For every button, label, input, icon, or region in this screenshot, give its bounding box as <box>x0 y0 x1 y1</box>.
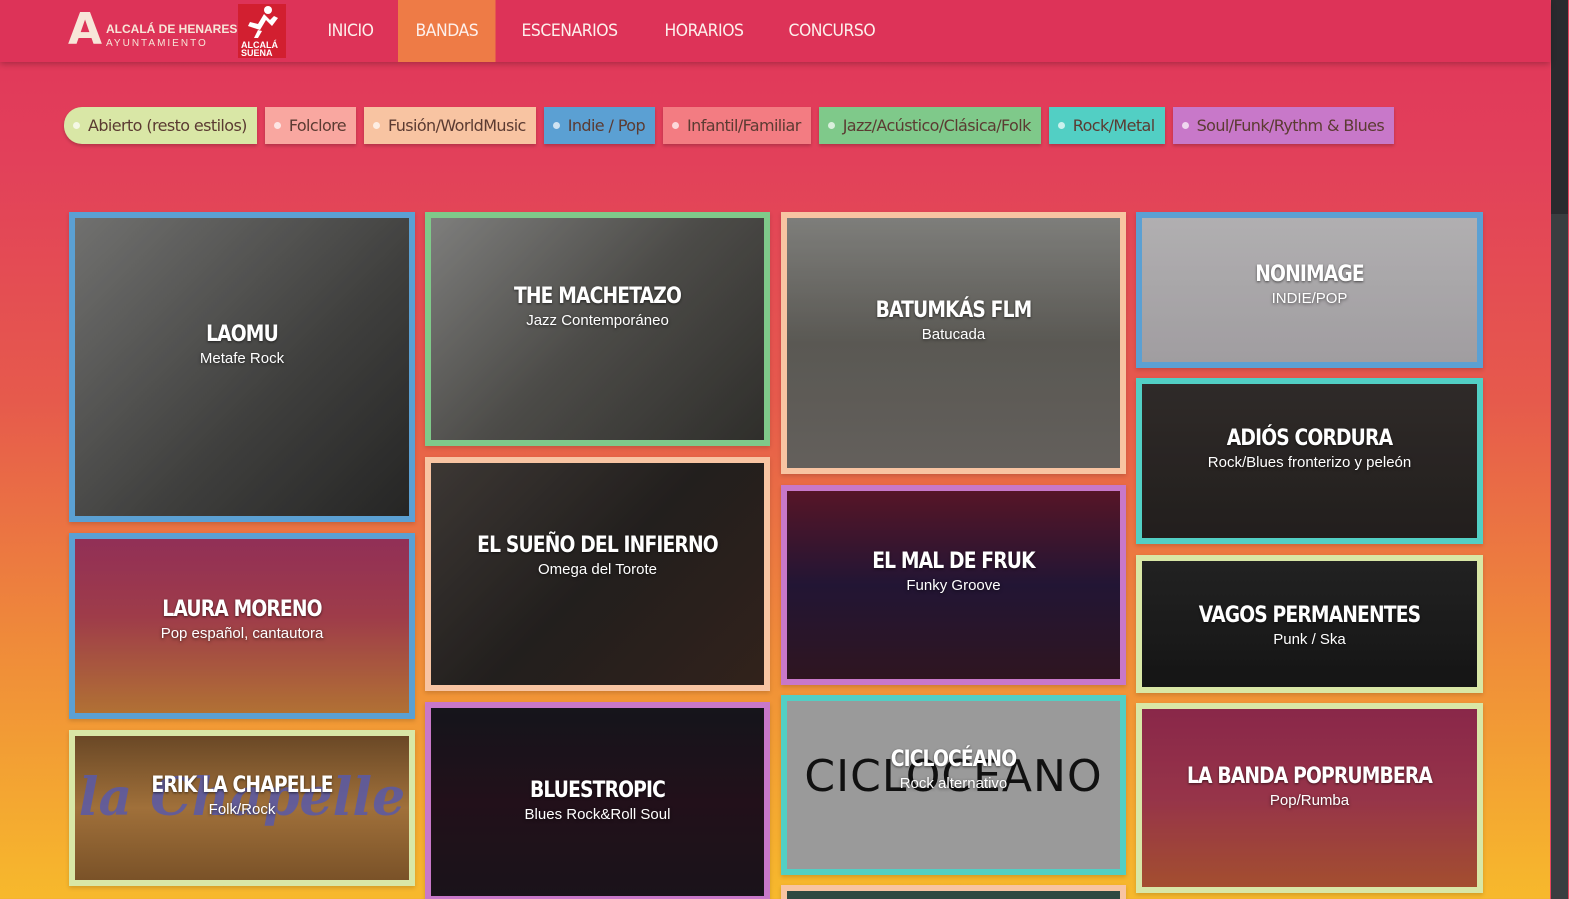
nav-bandas[interactable]: BANDAS <box>398 0 496 62</box>
band-genre: Funky Groove <box>906 577 1001 594</box>
band-card[interactable]: VAGOS PERMANENTES Punk / Ska <box>1136 555 1483 693</box>
band-card[interactable]: ADIÓS CORDURA Rock/Blues fronterizo y pel… <box>1136 378 1483 544</box>
logo-mark: A <box>68 4 103 55</box>
band-card[interactable]: CICLOCEANO CICLOCÉANO Rock alternativo <box>781 695 1126 875</box>
logo-line1: ALCALÁ DE HENARES <box>106 22 238 36</box>
band-name: VAGOS PERMANENTES <box>1198 603 1421 628</box>
band-card[interactable]: LAOMU Metafe Rock <box>69 212 415 522</box>
filter-label: Indie / Pop <box>567 116 646 135</box>
band-genre: Batucada <box>921 326 986 343</box>
filter-label: Folclore <box>288 116 347 135</box>
genre-filters: Abierto (resto estilos) Folclore Fusión/Wo… <box>64 107 1402 144</box>
filter-dot-icon <box>73 122 80 129</box>
filter-label: Jazz/Acústico/Clásica/Folk <box>842 116 1032 135</box>
photo-overlay <box>787 218 1120 468</box>
suena-logo-line2: SUENA <box>241 48 273 58</box>
band-name: ADIÓS CORDURA <box>1226 426 1393 451</box>
scrollbar-thumb[interactable] <box>1551 0 1568 214</box>
filter-label: Fusión/WorldMusic <box>388 116 526 135</box>
filter-chip[interactable]: Indie / Pop <box>543 107 656 144</box>
filter-dot-icon <box>273 122 281 129</box>
filter-dot-icon <box>672 122 680 129</box>
band-name: EL SUEÑO DEL INFIERNO <box>477 533 718 558</box>
main-menu: INICIO BANDAS ESCENARIOS HORARIOS CONCUR… <box>310 0 903 62</box>
photo-overlay <box>787 891 1120 899</box>
alcala-suena-logo[interactable]: ALCALÁ SUENA <box>238 4 286 58</box>
filter-dot-icon <box>552 122 560 129</box>
band-card[interactable]: EL MAL DE FRUK Funky Groove <box>781 485 1126 685</box>
photo-overlay <box>431 218 764 440</box>
band-genre: Folk/Rock <box>208 801 276 818</box>
band-genre: Omega del Torote <box>538 561 657 578</box>
filter-label: Infantil/Familiar <box>687 116 801 135</box>
top-navigation: A ALCALÁ DE HENARES AYUNTAMIENTO ALCALÁ … <box>0 0 1550 62</box>
band-genre: Jazz Contemporáneo <box>526 312 669 329</box>
band-name: LAURA MORENO <box>162 597 322 622</box>
filter-chip[interactable]: Fusión/WorldMusic <box>364 107 536 144</box>
band-card[interactable]: EL SUEÑO DEL INFIERNO Omega del Torote <box>425 457 770 691</box>
ayuntamiento-logo[interactable]: A ALCALÁ DE HENARES AYUNTAMIENTO <box>68 4 237 55</box>
filter-dot-icon <box>1181 122 1189 129</box>
filter-dot-icon <box>1057 122 1065 129</box>
scrollbar-lower <box>1551 214 1568 899</box>
band-card[interactable]: LAURA MORENO Pop español, cantautora <box>69 533 415 719</box>
band-name: CICLOCÉANO <box>890 747 1017 772</box>
band-name: EL MAL DE FRUK <box>872 549 1035 574</box>
nav-horarios[interactable]: HORARIOS <box>647 0 761 62</box>
nav-escenarios[interactable]: ESCENARIOS <box>504 0 635 62</box>
band-genre: Rock alternativo <box>899 775 1008 792</box>
band-card[interactable]: la Chapelle ERIK LA CHAPELLE Folk/Rock <box>69 730 415 886</box>
band-name: BLUESTROPIC <box>529 778 666 803</box>
band-genre: Blues Rock&Roll Soul <box>524 806 671 823</box>
band-genre: Rock/Blues fronterizo y peleón <box>1207 454 1412 471</box>
band-name: THE MACHETAZO <box>513 284 682 309</box>
photo-overlay <box>75 218 409 516</box>
nav-concurso[interactable]: CONCURSO <box>771 0 893 62</box>
filter-chip[interactable]: Soul/Funk/Rythm & Blues <box>1172 107 1395 144</box>
filter-label: Rock/Metal <box>1072 116 1155 135</box>
band-name: LA BANDA POPRUMBERA <box>1186 764 1433 789</box>
band-genre: Pop español, cantautora <box>160 625 324 642</box>
filter-chip[interactable]: Abierto (resto estilos) <box>64 107 257 144</box>
filter-dot-icon <box>373 122 380 129</box>
band-card[interactable]: BATUMKÁS FLM Batucada <box>781 212 1126 474</box>
band-genre: Punk / Ska <box>1273 631 1346 648</box>
band-name: LAOMU <box>206 322 279 347</box>
logo-line2: AYUNTAMIENTO <box>106 38 208 49</box>
filter-chip[interactable]: Rock/Metal <box>1048 107 1165 144</box>
filter-chip[interactable]: Jazz/Acústico/Clásica/Folk <box>818 107 1041 144</box>
band-genre: Pop/Rumba <box>1269 792 1350 809</box>
band-card[interactable]: NONIMAGE INDIE/POP <box>1136 212 1483 368</box>
band-card[interactable]: LA BANDA POPRUMBERA Pop/Rumba <box>1136 703 1483 893</box>
band-card[interactable]: THE MACHETAZO Jazz Contemporáneo <box>425 212 770 446</box>
band-genre: Metafe Rock <box>199 350 285 367</box>
band-card[interactable] <box>781 885 1126 899</box>
band-name: BATUMKÁS FLM <box>875 298 1033 323</box>
band-name: NONIMAGE <box>1255 262 1364 287</box>
filter-chip[interactable]: Folclore <box>264 107 356 144</box>
filter-label: Soul/Funk/Rythm & Blues <box>1196 116 1385 135</box>
band-genre: INDIE/POP <box>1271 290 1348 307</box>
filter-dot-icon <box>827 122 835 129</box>
band-card[interactable]: BLUESTROPIC Blues Rock&Roll Soul <box>425 702 770 899</box>
filter-chip[interactable]: Infantil/Familiar <box>663 107 811 144</box>
nav-inicio[interactable]: INICIO <box>310 0 391 62</box>
band-name: ERIK LA CHAPELLE <box>151 773 333 798</box>
guitarist-icon <box>248 6 278 38</box>
filter-label: Abierto (resto estilos) <box>88 116 247 135</box>
